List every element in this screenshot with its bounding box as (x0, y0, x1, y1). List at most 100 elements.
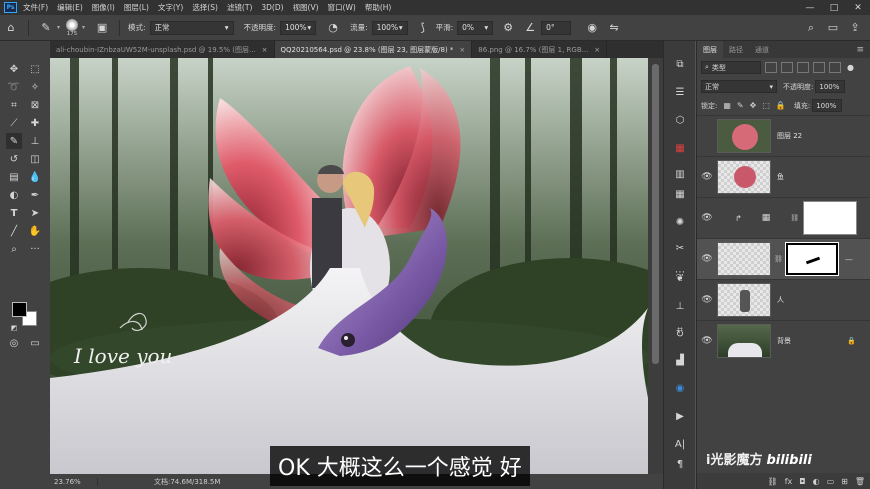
menu-edit[interactable]: 编辑(E) (57, 2, 83, 13)
flow-input[interactable]: 100% ▾ (371, 20, 408, 35)
filter-pixel-icon[interactable] (765, 62, 777, 73)
menu-file[interactable]: 文件(F) (23, 2, 48, 13)
brush-tool-icon[interactable]: ✎ (6, 133, 22, 149)
hand-tool-icon[interactable]: ✋ (27, 223, 43, 239)
layer-opacity-input[interactable]: 100% (815, 80, 846, 93)
layer-row-selected[interactable]: 👁 ⛓ — (697, 238, 870, 279)
panel-menu-icon[interactable]: ≡ (856, 45, 864, 55)
navigator-panel-icon[interactable]: ◉ (671, 379, 689, 397)
refresh-icon[interactable]: ↻ (671, 325, 689, 343)
lock-artboard-icon[interactable]: ⬚ (762, 101, 770, 110)
close-icon[interactable]: × (459, 46, 465, 54)
layer-mask-thumbnail[interactable] (784, 242, 839, 276)
menu-image[interactable]: 图像(I) (92, 2, 115, 13)
tab-channels[interactable]: 通道 (749, 41, 775, 58)
visibility-eye-icon[interactable]: 👁 (697, 336, 717, 346)
lock-transparent-icon[interactable]: ▦ (723, 101, 731, 110)
tab-document-2[interactable]: QQ20210564.psd @ 23.8% (图层 23, 图层蒙版/8) *… (274, 41, 473, 58)
adjustment-layer-icon[interactable]: ◐ (813, 477, 820, 486)
zoom-tool-icon[interactable]: ⌕ (6, 241, 22, 257)
layer-name[interactable]: 背景 (777, 336, 791, 346)
link-icon[interactable]: ⛓ (790, 214, 799, 222)
adjustments-panel-icon[interactable]: ☰ (671, 83, 689, 101)
3d-panel-icon[interactable]: ⬡ (671, 111, 689, 129)
layer-name[interactable]: 人 (777, 295, 784, 305)
paragraph-panel-icon[interactable]: ¶ (671, 455, 689, 473)
visibility-eye-icon[interactable]: 👁 (697, 295, 717, 305)
close-button[interactable]: ✕ (846, 0, 870, 15)
brush-tool-icon[interactable]: ✎ (37, 19, 55, 37)
menu-3d[interactable]: 3D(D) (261, 3, 283, 12)
brush-panel-icon[interactable]: ✺ (671, 213, 689, 231)
zoom-level[interactable]: 23.76% (50, 477, 98, 486)
link-icon[interactable]: ⛓ (774, 255, 783, 263)
filter-shape-icon[interactable] (813, 62, 825, 73)
close-icon[interactable]: × (262, 46, 268, 54)
quick-mask-icon[interactable]: ◎ (6, 335, 22, 351)
close-icon[interactable]: × (594, 46, 600, 54)
pressure-opacity-icon[interactable]: ◔ (324, 19, 342, 37)
marquee-tool-icon[interactable]: ⬚ (27, 61, 43, 77)
eraser-tool-icon[interactable]: ◫ (27, 151, 43, 167)
brush-preset-picker[interactable]: 175 (66, 18, 79, 37)
layer-mask-thumbnail[interactable] (803, 201, 858, 235)
character-panel-icon[interactable]: A| (671, 435, 689, 453)
layer-row[interactable]: 👁 鱼 (697, 156, 870, 197)
lasso-tool-icon[interactable]: ➰ (6, 79, 22, 95)
menu-select[interactable]: 选择(S) (192, 2, 218, 13)
chevron-down-icon[interactable]: ▾ (57, 24, 60, 31)
histogram-panel-icon[interactable]: ▟ (671, 351, 689, 369)
angle-input[interactable]: 0° (541, 20, 572, 35)
tool-presets-icon[interactable]: ❦ (671, 269, 689, 287)
magic-wand-tool-icon[interactable]: ✧ (27, 79, 43, 95)
tab-layers[interactable]: 图层 (697, 41, 723, 58)
layer-filter-select[interactable]: ⌕ 类型 (701, 61, 761, 74)
tab-document-3[interactable]: 86.png @ 16.7% (图层 1, RGB... × (472, 41, 608, 58)
menu-help[interactable]: 帮助(H) (365, 2, 392, 13)
play-actions-icon[interactable]: ▶ (671, 407, 689, 425)
fill-input[interactable]: 100% (812, 99, 843, 112)
pattern-panel-icon[interactable]: ▦ (671, 185, 689, 203)
screen-mode-icon[interactable]: ▭ (27, 335, 43, 351)
default-colors-icon[interactable]: ◩ (6, 320, 22, 336)
brush-settings-icon[interactable]: ▣ (93, 19, 111, 37)
chevron-down-icon[interactable]: ▾ (82, 24, 85, 31)
new-layer-icon[interactable]: ⊞ (841, 477, 848, 486)
line-tool-icon[interactable]: ╱ (6, 223, 22, 239)
move-tool-icon[interactable]: ✥ (6, 61, 22, 77)
maximize-button[interactable]: □ (822, 0, 846, 15)
swatches-panel-icon[interactable]: ▥ (671, 165, 689, 183)
tab-paths[interactable]: 路径 (723, 41, 749, 58)
pen-tool-icon[interactable]: ✒ (27, 187, 43, 203)
pressure-size-icon[interactable]: ◉ (583, 19, 601, 37)
layer-row[interactable]: 👁 背景 🔒 (697, 320, 870, 361)
type-tool-icon[interactable]: T (6, 205, 22, 221)
mode-select[interactable]: 正常 ▾ (149, 20, 234, 35)
history-brush-tool-icon[interactable]: ↺ (6, 151, 22, 167)
layer-row[interactable]: 👁 人 (697, 279, 870, 320)
delete-layer-icon[interactable]: 🗑 (855, 477, 865, 486)
filter-type-icon[interactable] (797, 62, 809, 73)
add-mask-icon[interactable]: ◘ (799, 477, 805, 486)
share-icon[interactable]: ⇪ (846, 19, 864, 37)
airbrush-icon[interactable]: ⟆ (414, 19, 432, 37)
clone-stamp-tool-icon[interactable]: ⊥ (27, 133, 43, 149)
history-panel-icon[interactable]: ⧉ (671, 55, 689, 73)
menu-window[interactable]: 窗口(W) (328, 2, 356, 13)
layer-options-icon[interactable]: — (845, 255, 853, 264)
blur-tool-icon[interactable]: 💧 (27, 169, 43, 185)
layer-row[interactable]: 👁 ↱ ▦ ⛓ (697, 197, 870, 238)
healing-brush-tool-icon[interactable]: ✚ (27, 115, 43, 131)
menu-filter[interactable]: 滤镜(T) (227, 2, 252, 13)
visibility-eye-icon[interactable]: 👁 (697, 254, 717, 264)
frame-tool-icon[interactable]: ⊠ (27, 97, 43, 113)
link-layers-icon[interactable]: ⛓ (768, 477, 778, 486)
lock-pixels-icon[interactable]: ✎ (737, 101, 744, 110)
filter-adjustment-icon[interactable] (781, 62, 793, 73)
symmetry-icon[interactable]: ⇋ (605, 19, 623, 37)
dodge-tool-icon[interactable]: ◐ (6, 187, 22, 203)
scrollbar-thumb[interactable] (652, 64, 659, 364)
tab-document-1[interactable]: ali-choubin-IZnbzaUW52M-unsplash.psd @ 1… (50, 41, 275, 58)
color-panel-icon[interactable]: ▦ (671, 139, 689, 157)
lock-position-icon[interactable]: ✥ (750, 101, 757, 110)
